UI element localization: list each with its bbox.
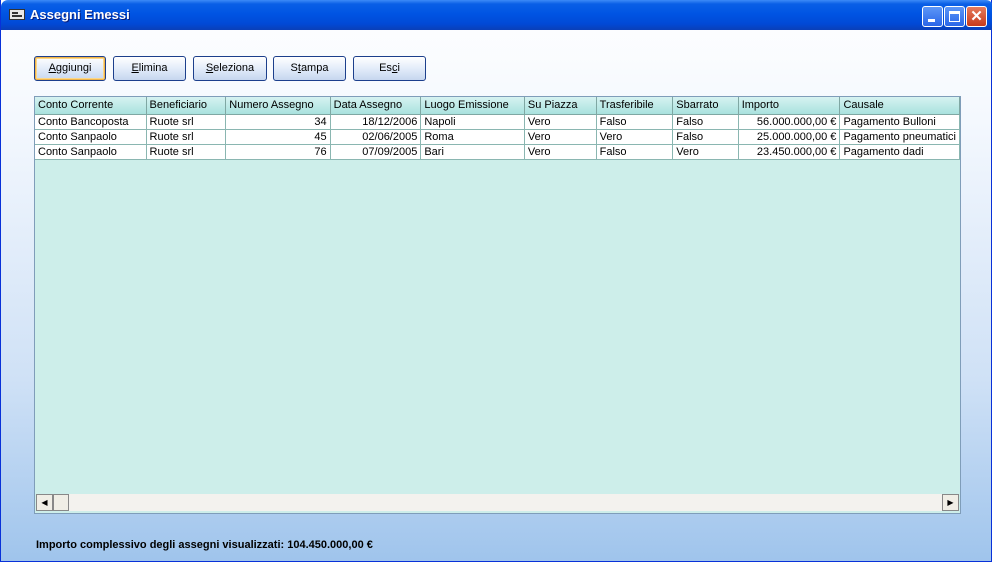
cell-trasferibile[interactable]: Falso xyxy=(596,144,674,160)
exit-label: i xyxy=(397,62,400,74)
print-button[interactable]: Stampa xyxy=(273,56,346,81)
close-icon: ✕ xyxy=(970,8,983,25)
window-title: Assegni Emessi xyxy=(30,7,130,22)
col-header-su-piazza[interactable]: Su Piazza xyxy=(524,97,597,115)
cheques-grid[interactable]: Conto Corrente Beneficiario Numero Asseg… xyxy=(34,96,961,514)
add-label: ggiungi xyxy=(55,62,92,74)
cell-data[interactable]: 02/06/2005 xyxy=(330,129,422,145)
cell-importo[interactable]: 25.000.000,00 € xyxy=(738,129,841,145)
app-icon xyxy=(9,9,25,20)
cell-importo[interactable]: 23.450.000,00 € xyxy=(738,144,841,160)
arrow-right-icon: ▶ xyxy=(947,498,954,507)
col-header-luogo-emissione[interactable]: Luogo Emissione xyxy=(420,97,525,115)
total-amount-label: Importo complessivo degli assegni visual… xyxy=(36,539,373,551)
cell-su-piazza[interactable]: Vero xyxy=(524,129,597,145)
delete-label: limina xyxy=(138,62,168,74)
scroll-left-button[interactable]: ◀ xyxy=(36,494,53,511)
scroll-thumb[interactable] xyxy=(53,494,69,511)
exit-label-pre: Es xyxy=(379,62,392,74)
cell-causale[interactable]: Pagamento dadi xyxy=(839,144,960,160)
add-button[interactable]: Aggiungi xyxy=(34,56,106,81)
table-row[interactable]: Conto Sanpaolo Ruote srl 45 02/06/2005 R… xyxy=(35,129,960,145)
scroll-right-button[interactable]: ▶ xyxy=(942,494,959,511)
cell-luogo[interactable]: Bari xyxy=(420,144,525,160)
delete-mnemonic: E xyxy=(131,62,139,74)
horizontal-scrollbar[interactable]: ◀ ▶ xyxy=(36,494,959,511)
minimize-button[interactable] xyxy=(922,6,943,27)
cell-causale[interactable]: Pagamento pneumatici xyxy=(839,129,960,145)
cell-luogo[interactable]: Roma xyxy=(420,129,525,145)
maximize-button[interactable] xyxy=(944,6,965,27)
print-label: ampa xyxy=(300,62,329,74)
exit-button[interactable]: Esci xyxy=(353,56,426,81)
col-header-sbarrato[interactable]: Sbarrato xyxy=(672,97,739,115)
add-mnemonic: A xyxy=(48,62,56,74)
arrow-left-icon: ◀ xyxy=(41,498,48,507)
table-row[interactable]: Conto Sanpaolo Ruote srl 76 07/09/2005 B… xyxy=(35,144,960,160)
header-row: Conto Corrente Beneficiario Numero Asseg… xyxy=(35,97,960,115)
cell-numero[interactable]: 76 xyxy=(225,144,331,160)
cell-beneficiario[interactable]: Ruote srl xyxy=(146,114,227,130)
maximize-icon xyxy=(949,11,960,22)
cell-numero[interactable]: 34 xyxy=(225,114,331,130)
cell-conto[interactable]: Conto Bancoposta xyxy=(35,114,147,130)
cell-su-piazza[interactable]: Vero xyxy=(524,144,597,160)
main-window: Assegni Emessi ✕ Aggiungi Elimina Selezi… xyxy=(0,0,992,562)
cell-conto[interactable]: Conto Sanpaolo xyxy=(35,129,147,145)
cell-sbarrato[interactable]: Falso xyxy=(672,114,739,130)
cell-conto[interactable]: Conto Sanpaolo xyxy=(35,144,147,160)
col-header-conto-corrente[interactable]: Conto Corrente xyxy=(35,97,147,115)
col-header-importo[interactable]: Importo xyxy=(738,97,841,115)
col-header-trasferibile[interactable]: Trasferibile xyxy=(596,97,674,115)
cell-beneficiario[interactable]: Ruote srl xyxy=(146,129,227,145)
cell-luogo[interactable]: Napoli xyxy=(420,114,525,130)
minimize-icon xyxy=(928,19,935,22)
col-header-numero-assegno[interactable]: Numero Assegno xyxy=(225,97,331,115)
cell-sbarrato[interactable]: Falso xyxy=(672,129,739,145)
col-header-data-assegno[interactable]: Data Assegno xyxy=(330,97,422,115)
print-label-pre: S xyxy=(290,62,298,74)
cell-beneficiario[interactable]: Ruote srl xyxy=(146,144,227,160)
cell-data[interactable]: 07/09/2005 xyxy=(330,144,422,160)
cell-sbarrato[interactable]: Vero xyxy=(672,144,739,160)
cell-causale[interactable]: Pagamento Bulloni xyxy=(839,114,960,130)
col-header-causale[interactable]: Causale xyxy=(839,97,960,115)
cell-trasferibile[interactable]: Falso xyxy=(596,114,674,130)
cell-data[interactable]: 18/12/2006 xyxy=(330,114,422,130)
close-button[interactable]: ✕ xyxy=(966,6,987,27)
select-label: eleziona xyxy=(213,62,255,74)
select-button[interactable]: Seleziona xyxy=(193,56,267,81)
cell-trasferibile[interactable]: Vero xyxy=(596,129,674,145)
cheques-table: Conto Corrente Beneficiario Numero Asseg… xyxy=(35,97,960,160)
table-row[interactable]: Conto Bancoposta Ruote srl 34 18/12/2006… xyxy=(35,114,960,130)
col-header-beneficiario[interactable]: Beneficiario xyxy=(146,97,227,115)
cell-importo[interactable]: 56.000.000,00 € xyxy=(738,114,841,130)
title-bar[interactable]: Assegni Emessi ✕ xyxy=(1,0,992,30)
cell-su-piazza[interactable]: Vero xyxy=(524,114,597,130)
delete-button[interactable]: Elimina xyxy=(113,56,186,81)
cell-numero[interactable]: 45 xyxy=(225,129,331,145)
